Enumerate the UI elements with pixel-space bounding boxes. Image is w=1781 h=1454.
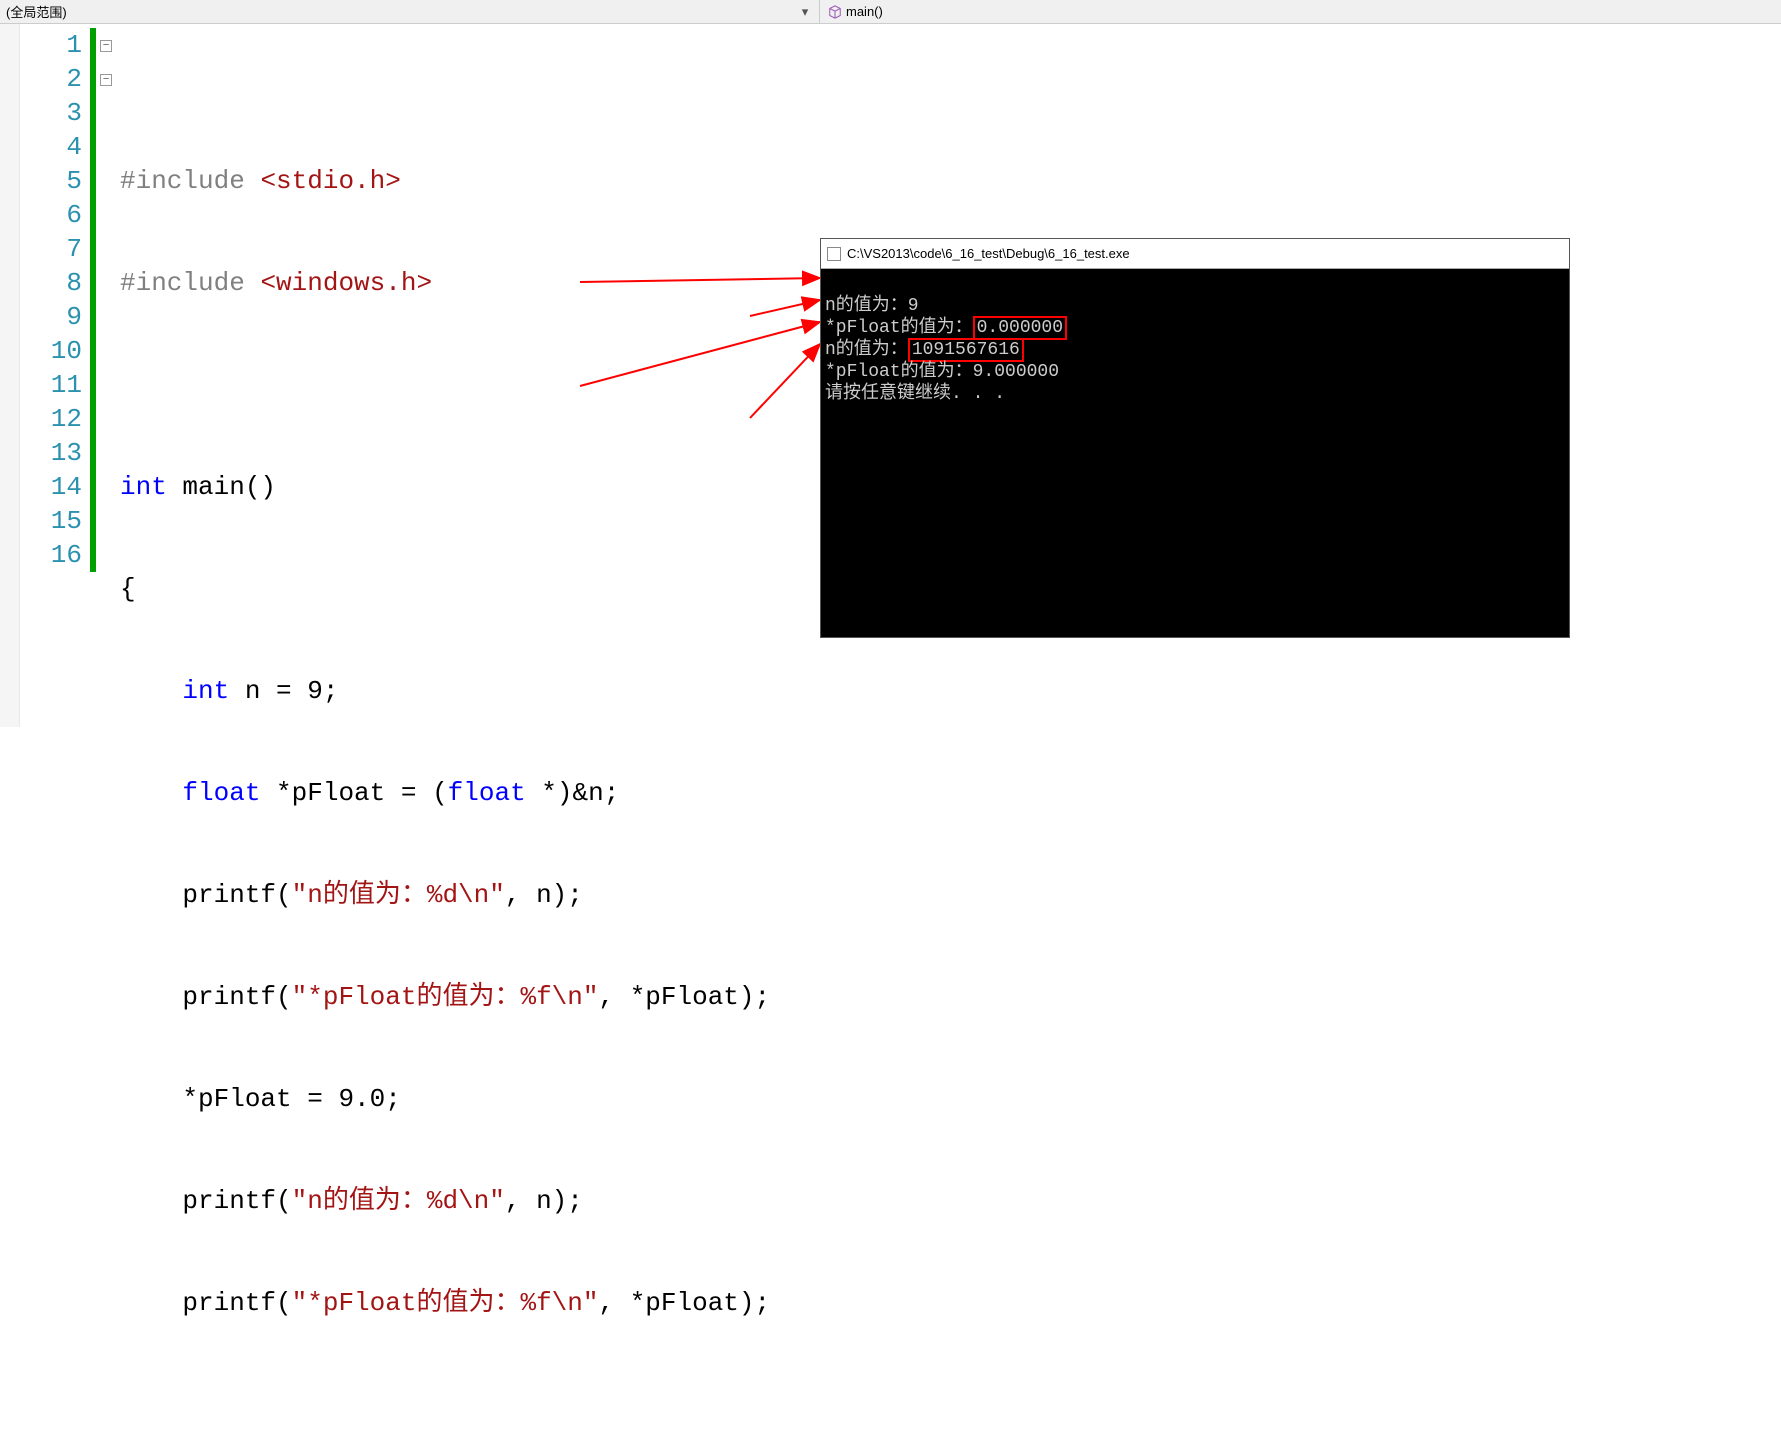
line-number: 7 <box>20 232 82 266</box>
console-title-text: C:\VS2013\code\6_16_test\Debug\6_16_test… <box>847 246 1130 261</box>
line-number: 16 <box>20 538 82 572</box>
function-dropdown[interactable]: main() <box>820 2 1781 21</box>
fold-toggle-icon[interactable]: − <box>100 74 112 86</box>
line-number: 6 <box>20 198 82 232</box>
console-line: *pFloat的值为： <box>825 318 973 338</box>
editor-top-bar: (全局范围) ▾ main() <box>0 0 1781 24</box>
chevron-down-icon: ▾ <box>797 4 813 20</box>
line-number: 11 <box>20 368 82 402</box>
line-number: 14 <box>20 470 82 504</box>
console-line: n的值为：9 <box>825 296 919 316</box>
line-number: 10 <box>20 334 82 368</box>
console-line: n的值为： <box>825 340 908 360</box>
line-number: 13 <box>20 436 82 470</box>
line-number: 1 <box>20 28 82 62</box>
console-title-bar[interactable]: C:\VS2013\code\6_16_test\Debug\6_16_test… <box>821 239 1569 269</box>
scope-label: (全局范围) <box>6 2 67 21</box>
line-number: 3 <box>20 96 82 130</box>
highlighted-value: 1091567616 <box>908 338 1024 362</box>
console-output: n的值为：9 *pFloat的值为：0.000000 n的值为：10915676… <box>821 269 1569 431</box>
line-number: 4 <box>20 130 82 164</box>
line-number: 9 <box>20 300 82 334</box>
glyph-margin <box>0 24 20 727</box>
line-number: 8 <box>20 266 82 300</box>
app-icon <box>827 247 841 261</box>
scope-dropdown[interactable]: (全局范围) ▾ <box>0 0 820 23</box>
highlighted-value: 0.000000 <box>973 316 1067 340</box>
fold-toggle-icon[interactable]: − <box>100 40 112 52</box>
line-number: 12 <box>20 402 82 436</box>
line-number-gutter: 1 2 3 4 5 6 7 8 9 10 11 12 13 14 15 16 <box>20 24 90 727</box>
console-line: *pFloat的值为：9.000000 <box>825 362 1059 382</box>
line-number: 2 <box>20 62 82 96</box>
function-icon <box>828 5 842 19</box>
line-number: 5 <box>20 164 82 198</box>
console-window[interactable]: C:\VS2013\code\6_16_test\Debug\6_16_test… <box>820 238 1570 638</box>
function-label: main() <box>846 4 883 19</box>
line-number: 15 <box>20 504 82 538</box>
console-line: 请按任意键继续. . . <box>825 384 1005 404</box>
fold-margin: − − <box>96 24 116 727</box>
